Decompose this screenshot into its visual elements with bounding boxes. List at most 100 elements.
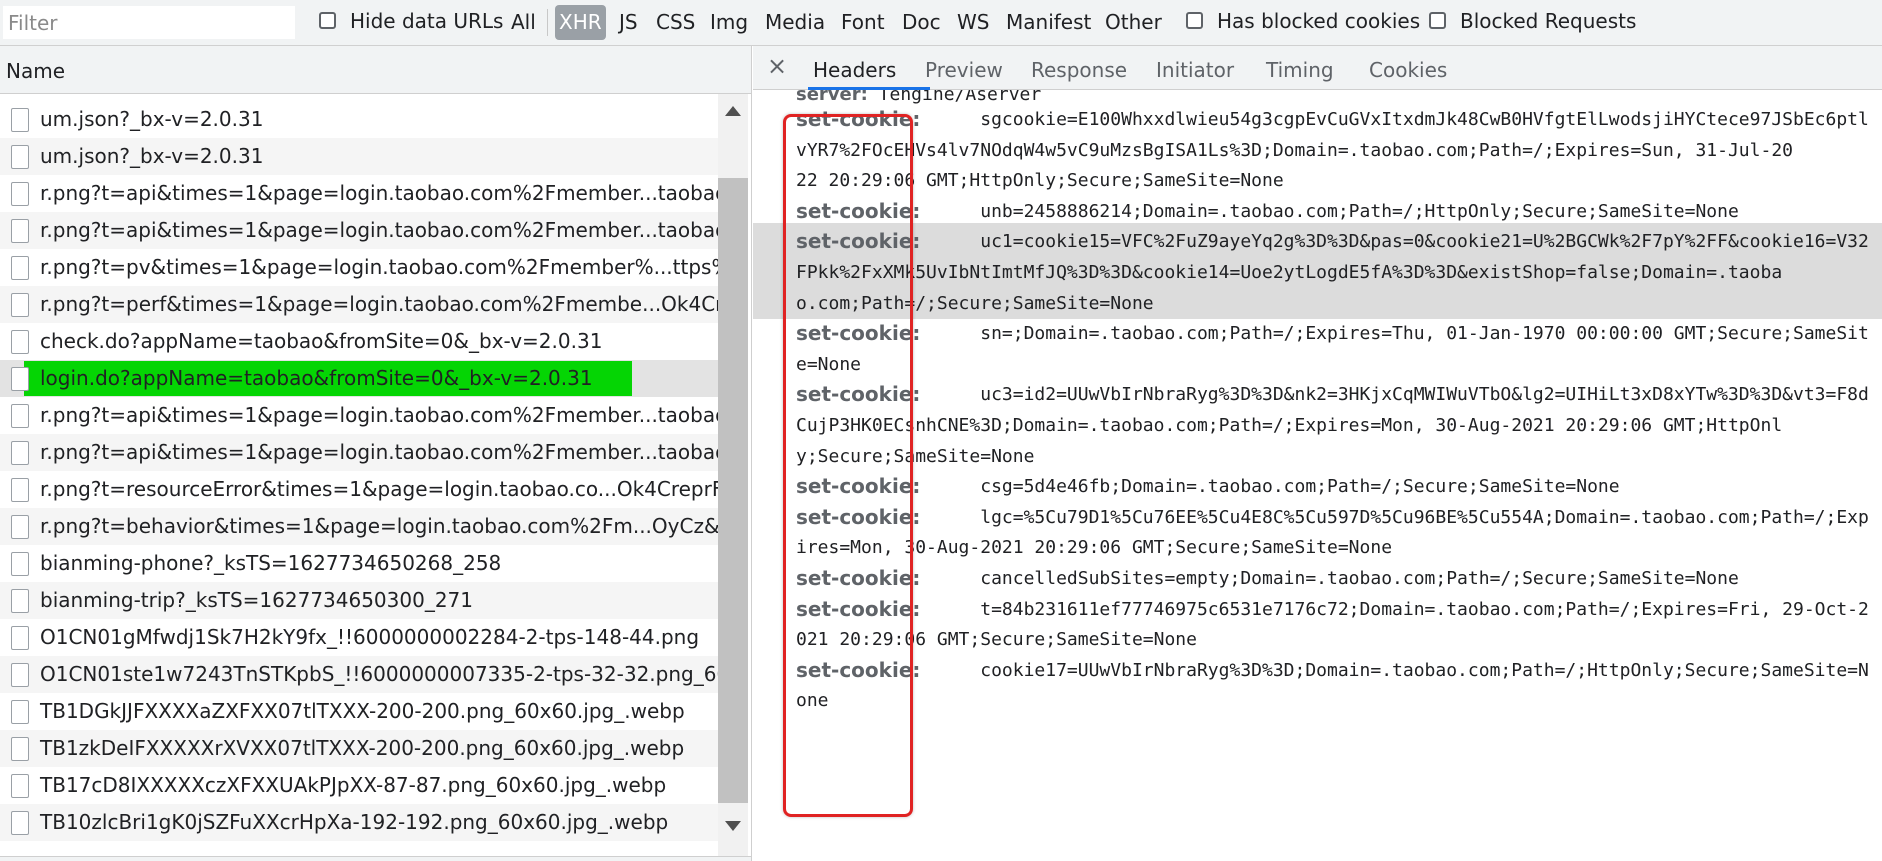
set-cookie-header: set-cookie: csg=5d4e46fb;Domain=.taobao.…: [753, 468, 1882, 503]
file-icon: [11, 737, 29, 761]
request-row[interactable]: r.png?t=api&times=1&page=login.taobao.co…: [0, 434, 718, 471]
set-cookie-header: set-cookie: t=84b231611ef77746975c6531e7…: [753, 591, 1882, 656]
request-row[interactable]: bianming-trip?_ksTS=1627734650300_271: [0, 582, 718, 619]
header-value-line: one: [796, 690, 829, 712]
request-name: r.png?t=api&times=1&page=login.taobao.co…: [40, 403, 718, 427]
name-column-label: Name: [6, 59, 66, 83]
tab-response[interactable]: Response: [1031, 58, 1127, 82]
request-row[interactable]: r.png?t=api&times=1&page=login.taobao.co…: [0, 212, 718, 249]
request-row[interactable]: um.json?_bx-v=2.0.31: [0, 101, 718, 138]
tab-timing[interactable]: Timing: [1266, 58, 1334, 82]
request-name: r.png?t=api&times=1&page=login.taobao.co…: [40, 218, 718, 242]
type-filter-manifest[interactable]: Manifest: [1004, 5, 1093, 40]
request-row[interactable]: r.png?t=behavior&times=1&page=login.taob…: [0, 508, 718, 545]
toolbar-divider: [547, 9, 548, 36]
type-filter-doc[interactable]: Doc: [900, 5, 943, 40]
request-name: bianming-trip?_ksTS=1627734650300_271: [40, 588, 474, 612]
type-filter-css[interactable]: CSS: [654, 5, 697, 40]
scrollbar-thumb[interactable]: [718, 178, 748, 803]
set-cookie-header: set-cookie: sgcookie=E100Whxxdlwieu54g3c…: [753, 101, 1882, 197]
request-name: r.png?t=behavior&times=1&page=login.taob…: [40, 514, 718, 538]
request-row[interactable]: bianming-phone?_ksTS=1627734650268_258: [0, 545, 718, 582]
set-cookie-header: set-cookie: uc3=id2=UUwVbIrNbraRyg%3D%3D…: [753, 376, 1882, 472]
request-row[interactable]: O1CN01gMfwdj1Sk7H2kY9fx_!!6000000002284-…: [0, 619, 718, 656]
request-row[interactable]: r.png?t=api&times=1&page=login.taobao.co…: [0, 397, 718, 434]
request-row[interactable]: login.do?appName=taobao&fromSite=0&_bx-v…: [0, 360, 718, 397]
request-name: r.png?t=perf&times=1&page=login.taobao.c…: [40, 292, 718, 316]
request-row[interactable]: TB1zkDeIFXXXXXrXVXX07tlTXXX-200-200.png_…: [0, 730, 718, 767]
blocked-requests-label: Blocked Requests: [1460, 9, 1637, 33]
type-filter-xhr[interactable]: XHR: [555, 5, 606, 40]
request-name: TB1DGkJJFXXXXaZXFXX07tlTXXX-200-200.png_…: [40, 699, 685, 723]
tab-initiator[interactable]: Initiator: [1156, 58, 1234, 82]
scroll-down-icon[interactable]: [725, 821, 741, 831]
request-name: TB1zkDeIFXXXXXrXVXX07tlTXXX-200-200.png_…: [40, 736, 685, 760]
request-row[interactable]: r.png?t=pv&times=1&page=login.taobao.com…: [0, 249, 718, 286]
file-icon: [11, 330, 29, 354]
request-row[interactable]: r.png?t=api&times=1&page=login.taobao.co…: [0, 175, 718, 212]
tab-headers[interactable]: Headers: [813, 58, 896, 82]
hide-data-urls-checkbox[interactable]: [319, 12, 336, 29]
request-rows: um.json?_bx-v=2.0.31 um.json?_bx-v=2.0.31…: [0, 94, 718, 856]
type-filter-font[interactable]: Font: [839, 5, 887, 40]
file-icon: [11, 367, 29, 391]
set-cookie-header: set-cookie: uc1=cookie15=VFC%2FuZ9ayeYq2…: [753, 223, 1882, 320]
type-filter-img[interactable]: Img: [708, 5, 750, 40]
blocked-requests-checkbox[interactable]: [1429, 12, 1446, 29]
file-icon: [11, 626, 29, 650]
set-cookie-header: set-cookie: cancelledSubSites=empty;Doma…: [753, 560, 1882, 595]
request-name: O1CN01gMfwdj1Sk7H2kY9fx_!!6000000002284-…: [40, 625, 700, 649]
file-icon: [11, 293, 29, 317]
request-details-panel: × Headers Preview Response Initiator Tim…: [753, 46, 1882, 861]
request-name: bianming-phone?_ksTS=1627734650268_258: [40, 551, 502, 575]
type-filter-media[interactable]: Media: [763, 5, 827, 40]
annotation-highlight-box: [783, 114, 913, 817]
type-filter-js[interactable]: JS: [617, 5, 640, 40]
file-icon: [11, 108, 29, 132]
response-headers-list: server: Tengine/Aserver set-cookie: sgco…: [753, 90, 1882, 861]
file-icon: [11, 663, 29, 687]
request-row[interactable]: um.json?_bx-v=2.0.31: [0, 138, 718, 175]
file-icon: [11, 811, 29, 835]
request-name: TB10zlcBri1gK0jSZFuXXcrHpXa-192-192.png_…: [40, 810, 669, 834]
type-filter-all[interactable]: All: [509, 5, 538, 40]
file-icon: [11, 404, 29, 428]
has-blocked-cookies-label: Has blocked cookies: [1217, 9, 1421, 33]
has-blocked-cookies-checkbox[interactable]: [1186, 12, 1203, 29]
request-name: check.do?appName=taobao&fromSite=0&_bx-v…: [40, 329, 603, 353]
tab-preview[interactable]: Preview: [925, 58, 1003, 82]
request-row[interactable]: check.do?appName=taobao&fromSite=0&_bx-v…: [0, 323, 718, 360]
request-name: r.png?t=api&times=1&page=login.taobao.co…: [40, 181, 718, 205]
set-cookie-header: set-cookie: sn=;Domain=.taobao.com;Path=…: [753, 315, 1882, 380]
filter-toolbar: Hide data URLs All XHR JS CSS Img Media …: [0, 0, 1882, 46]
request-row[interactable]: TB1DGkJJFXXXXaZXFXX07tlTXXX-200-200.png_…: [0, 693, 718, 730]
request-name: r.png?t=resourceError&times=1&page=login…: [40, 477, 718, 501]
scroll-up-icon[interactable]: [725, 106, 741, 116]
name-column-header[interactable]: Name: [0, 46, 751, 94]
request-row[interactable]: r.png?t=perf&times=1&page=login.taobao.c…: [0, 286, 718, 323]
request-row[interactable]: r.png?t=resourceError&times=1&page=login…: [0, 471, 718, 508]
file-icon: [11, 256, 29, 280]
file-icon: [11, 478, 29, 502]
request-row[interactable]: TB17cD8IXXXXXczXFXXUAkPJpXX-87-87.png_60…: [0, 767, 718, 804]
file-icon: [11, 552, 29, 576]
request-name: O1CN01ste1w7243TnSTKpbS_!!6000000007335-…: [40, 662, 718, 686]
file-icon: [11, 145, 29, 169]
request-name: r.png?t=api&times=1&page=login.taobao.co…: [40, 440, 718, 464]
filter-input[interactable]: [3, 6, 295, 39]
file-icon: [11, 441, 29, 465]
file-icon: [11, 774, 29, 798]
request-name: login.do?appName=taobao&fromSite=0&_bx-v…: [40, 366, 593, 390]
details-tabbar: × Headers Preview Response Initiator Tim…: [753, 46, 1882, 90]
file-icon: [11, 700, 29, 724]
request-name: um.json?_bx-v=2.0.31: [40, 144, 264, 168]
type-filter-other[interactable]: Other: [1103, 5, 1164, 40]
list-status-bar: [0, 856, 751, 861]
close-icon[interactable]: ×: [767, 52, 787, 80]
request-row[interactable]: TB10zlcBri1gK0jSZFuXXcrHpXa-192-192.png_…: [0, 804, 718, 841]
request-row[interactable]: O1CN01ste1w7243TnSTKpbS_!!6000000007335-…: [0, 656, 718, 693]
request-list-panel: Name um.json?_bx-v=2.0.31 um.json?_bx-v=2…: [0, 46, 752, 861]
file-icon: [11, 182, 29, 206]
type-filter-ws[interactable]: WS: [955, 5, 991, 40]
tab-cookies[interactable]: Cookies: [1369, 58, 1447, 82]
